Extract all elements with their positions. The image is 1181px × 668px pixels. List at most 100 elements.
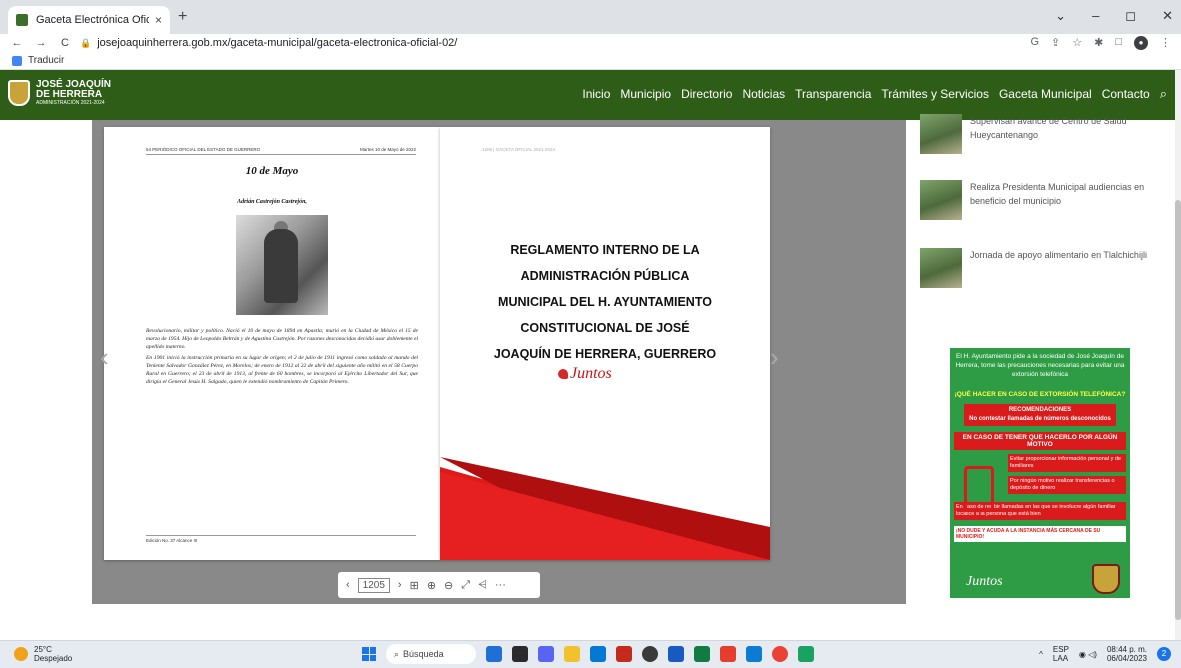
site-logo[interactable]: JOSÉ JOAQUÍN DE HERRERA ADMINISTRACIÓN 2…	[8, 80, 111, 106]
extortion-awareness-banner[interactable]: El H. Ayuntamiento pide a la sociedad de…	[950, 348, 1130, 598]
title-line-5: JOAQUÍN DE HERRERA, GUERRERO	[493, 347, 717, 361]
scrollbar-thumb[interactable]	[1175, 200, 1181, 620]
ad-rec-text: No contestar llamadas de números descono…	[969, 416, 1111, 422]
menu-item-noticias[interactable]: Noticias	[742, 87, 785, 101]
left-page-footer: Edición No. 37 Alcance III	[146, 535, 416, 543]
prev-button[interactable]: ‹	[346, 579, 350, 591]
flower-icon	[558, 369, 568, 379]
title-line-4: CONSTITUCIONAL DE JOSÉ	[520, 321, 690, 335]
system-tray: ^ ESP LAA ◉ ◁) 08:44 p. m. 06/04/2023 2	[1039, 645, 1171, 663]
minimize-button[interactable]: –	[1092, 8, 1099, 24]
lock-icon: 🔒	[80, 37, 92, 48]
edge-app-icon[interactable]	[746, 646, 762, 662]
news-title[interactable]: Realiza Presidenta Municipal audiencias …	[970, 180, 1148, 220]
app-icon[interactable]	[798, 646, 814, 662]
sidepanel-icon[interactable]: □	[1115, 36, 1122, 50]
reload-button[interactable]: C	[58, 37, 72, 49]
news-item[interactable]: Supervisan avance de Centro de Salud Hue…	[920, 114, 1148, 154]
menu-item-municipio[interactable]: Municipio	[620, 87, 671, 101]
phone-icon	[964, 466, 994, 512]
task-view-icon[interactable]	[512, 646, 528, 662]
menu-item-directorio[interactable]: Directorio	[681, 87, 732, 101]
browser-tab-bar: Gaceta Electrónica Oficial 02 | H. × + ⌄…	[0, 0, 1181, 34]
search-icon: ⌕	[394, 648, 400, 659]
menu-item-gaceta[interactable]: Gaceta Municipal	[999, 87, 1092, 101]
bookmark-translate[interactable]: Traducir	[28, 55, 64, 66]
weather-desc: Despejado	[34, 654, 73, 663]
next-button[interactable]: ›	[398, 579, 402, 591]
browser-tab[interactable]: Gaceta Electrónica Oficial 02 | H. ×	[8, 6, 170, 34]
excel-app-icon[interactable]	[694, 646, 710, 662]
ad-tip-1: Evitar proporcionar información personal…	[1008, 454, 1126, 472]
tray-chevron-icon[interactable]: ^	[1039, 650, 1043, 659]
forward-button[interactable]: →	[34, 37, 48, 49]
browser-actions: G ⇪ ☆ ✱ □ ● ⋮	[1030, 36, 1171, 50]
extensions-icon[interactable]: ✱	[1094, 36, 1103, 50]
word-app-icon[interactable]	[668, 646, 684, 662]
new-tab-button[interactable]: +	[178, 8, 187, 26]
star-icon[interactable]: ☆	[1072, 36, 1082, 50]
search-icon[interactable]: ⌕	[1160, 86, 1167, 102]
language-indicator[interactable]: ESP LAA	[1053, 645, 1069, 663]
profile-avatar[interactable]: ●	[1134, 36, 1148, 50]
tab-search-icon[interactable]: ⌄	[1055, 8, 1066, 24]
menu-icon[interactable]: ⋮	[1160, 36, 1171, 50]
title-line-2: ADMINISTRACIÓN PÚBLICA	[520, 269, 690, 283]
left-page-person: Adrián Castrejón Castrejón,	[237, 199, 307, 205]
clock[interactable]: 08:44 p. m. 06/04/2023	[1107, 645, 1147, 663]
close-window-button[interactable]: ✕	[1162, 8, 1173, 24]
notification-badge[interactable]: 2	[1157, 647, 1171, 661]
sun-icon	[14, 647, 28, 661]
close-tab-icon[interactable]: ×	[155, 13, 162, 27]
ad-case-title: EN CASO DE TENER QUE HACERLO POR ALGÚN M…	[954, 432, 1126, 450]
google-icon[interactable]: G	[1030, 36, 1039, 50]
fullscreen-icon[interactable]: ⤢	[461, 579, 470, 592]
browser-toolbar: ← → C 🔒 josejoaquinherrera.gob.mx/gaceta…	[0, 34, 1181, 52]
store-app-icon[interactable]	[590, 646, 606, 662]
translate-icon	[12, 55, 22, 66]
mcafee-app-icon[interactable]	[616, 646, 632, 662]
news-title[interactable]: Jornada de apoyo alimentario en Tlalchic…	[970, 248, 1148, 288]
taskbar-search[interactable]: ⌕ Búsqueda	[386, 644, 476, 664]
weather-widget[interactable]: 25°C Despejado	[14, 645, 72, 663]
back-button[interactable]: ←	[10, 37, 24, 49]
zoom-in-icon[interactable]: ⊕	[427, 579, 436, 592]
document-title: REGLAMENTO INTERNO DE LA ADMINISTRACIÓN …	[440, 237, 770, 367]
file-explorer-icon[interactable]	[564, 646, 580, 662]
zoom-out-icon[interactable]: ⊖	[444, 579, 453, 592]
site-favicon-icon	[16, 14, 28, 26]
menu-item-transparencia[interactable]: Transparencia	[795, 87, 871, 101]
powerpoint-app-icon[interactable]	[720, 646, 736, 662]
more-icon[interactable]: ···	[495, 579, 506, 591]
share-icon[interactable]: ⩤	[478, 579, 487, 592]
chat-app-icon[interactable]	[538, 646, 554, 662]
news-item[interactable]: Realiza Presidenta Municipal audiencias …	[920, 180, 1148, 220]
left-page-header: 54 PERIÓDICO OFICIAL DEL ESTADO DE GUERR…	[146, 147, 416, 155]
taskbar-search-label: Búsqueda	[403, 649, 444, 659]
share-icon[interactable]: ⇪	[1051, 36, 1060, 50]
address-bar[interactable]: 🔒 josejoaquinherrera.gob.mx/gaceta-munic…	[80, 37, 457, 49]
dell-app-icon[interactable]	[642, 646, 658, 662]
network-volume-icon[interactable]: ◉ ◁)	[1079, 650, 1097, 659]
chrome-app-icon[interactable]	[772, 646, 788, 662]
ad-intro: El H. Ayuntamiento pide a la sociedad de…	[955, 353, 1125, 378]
menu-item-contacto[interactable]: Contacto	[1102, 87, 1150, 101]
weather-temp: 25°C	[34, 645, 52, 654]
menu-item-tramites[interactable]: Trámites y Servicios	[881, 87, 989, 101]
news-title[interactable]: Supervisan avance de Centro de Salud Hue…	[970, 114, 1148, 154]
ad-juntos-logo: Juntos	[966, 574, 1003, 589]
photos-app-icon[interactable]	[486, 646, 502, 662]
prev-page-arrow[interactable]: ‹	[100, 342, 109, 373]
crest-icon	[8, 80, 30, 106]
start-icon[interactable]	[362, 647, 376, 661]
menu-item-inicio[interactable]: Inicio	[582, 87, 610, 101]
restore-button[interactable]: ◻	[1125, 8, 1136, 24]
clock-time: 08:44 p. m.	[1106, 645, 1147, 654]
page-scrollbar[interactable]	[1175, 70, 1181, 640]
page-number-input[interactable]: 1205	[357, 577, 390, 593]
next-page-arrow[interactable]: ›	[770, 342, 779, 373]
news-item[interactable]: Jornada de apoyo alimentario en Tlalchic…	[920, 248, 1148, 288]
bookmarks-bar: Traducir	[0, 52, 1181, 70]
ad-rec-title: RECOMENDACIONES	[1008, 407, 1072, 413]
thumbnails-icon[interactable]: ⊞	[410, 579, 419, 592]
